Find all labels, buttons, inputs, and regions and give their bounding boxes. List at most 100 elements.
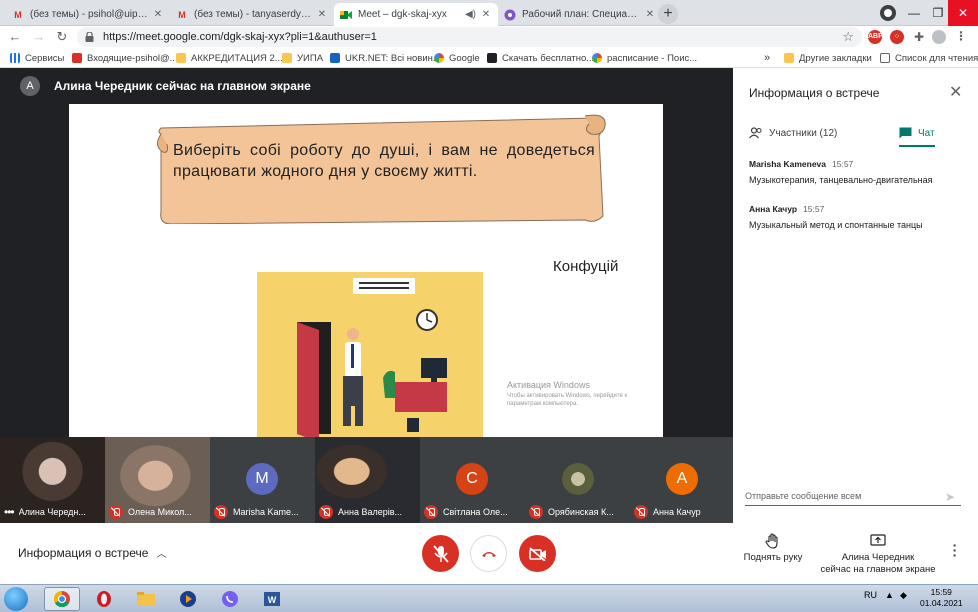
participant-tile[interactable]: А Анна Качур — [630, 437, 735, 523]
google-icon — [434, 53, 444, 63]
adblock-icon[interactable]: ABP — [868, 30, 883, 44]
participant-tile[interactable]: Орябинская К... — [525, 437, 630, 523]
active-tab-indicator — [899, 145, 935, 147]
tab-docs-plan[interactable]: Рабочий план: Специальности ✕ — [498, 3, 662, 26]
chevron-up-icon: ︿ — [156, 549, 167, 560]
address-bar[interactable]: https://meet.google.com/dgk-skaj-xyx?pli… — [77, 27, 862, 47]
participant-name: Анна Валерiв... — [338, 507, 403, 517]
tab-meet[interactable]: Meet – dgk-skaj-xyx ◀) ✕ — [334, 3, 498, 26]
bookmark-download[interactable]: Скачать бесплатно... — [487, 51, 594, 65]
more-options-icon[interactable]: ••• — [4, 505, 15, 519]
chat-input[interactable]: Отправьте сообщение всем — [745, 488, 961, 506]
participant-label: Анна Качур — [630, 505, 735, 519]
close-icon[interactable]: ✕ — [949, 82, 962, 102]
network-icon[interactable]: ◆ — [900, 590, 907, 601]
mic-off-icon — [424, 505, 438, 519]
windows-activation-watermark: Активация Windows Чтобы активировать Win… — [507, 380, 657, 408]
mic-off-icon — [109, 505, 123, 519]
close-icon[interactable]: ✕ — [316, 9, 328, 20]
other-bookmarks[interactable]: Другие закладки — [784, 51, 872, 65]
new-tab-button[interactable]: + — [658, 4, 678, 24]
bookmark-label: УИПА — [297, 52, 324, 64]
tab-participants[interactable]: Участники (12) — [749, 122, 837, 144]
participant-tile[interactable]: С Світлана Оле... — [420, 437, 525, 523]
slide-author: Конфуцій — [553, 258, 619, 275]
browser-menu-icon[interactable]: ⋮ — [954, 30, 968, 44]
bookmark-ukrnet[interactable]: UKR.NET: Всі новин... — [330, 51, 441, 65]
system-clock[interactable]: 15:59 01.04.2021 — [920, 587, 963, 609]
file-explorer-taskbar-icon[interactable] — [128, 587, 164, 611]
send-icon[interactable]: ➤ — [945, 490, 955, 504]
reload-icon[interactable]: ↻ — [53, 28, 71, 46]
watermark-title: Активация Windows — [507, 380, 590, 390]
bookmark-star-icon[interactable]: ☆ — [842, 29, 854, 45]
tab-gmail-tanya[interactable]: M (без темы) - tanyaserdyuk734@ ✕ — [170, 3, 334, 26]
bookmark-uipa[interactable]: УИПА — [282, 51, 323, 65]
folder-icon — [176, 53, 186, 63]
camera-toggle-button[interactable] — [519, 535, 556, 572]
bookmarks-overflow-icon[interactable]: » — [764, 51, 770, 65]
bookmarks-bar: Сервисы Входящие-psihol@... АККРЕДИТАЦИЯ… — [0, 48, 978, 68]
presenter-banner: A Алина Чередник сейчас на главном экран… — [0, 68, 733, 104]
bookmark-label: расписание - Поис... — [607, 52, 698, 64]
bookmark-inbox[interactable]: Входящие-psihol@... — [72, 51, 178, 65]
language-indicator[interactable]: RU — [864, 590, 877, 600]
start-button-icon[interactable] — [4, 587, 28, 611]
record-icon[interactable] — [880, 5, 896, 21]
bookmark-schedule[interactable]: расписание - Поис... — [592, 51, 697, 65]
viber-taskbar-icon[interactable] — [212, 587, 248, 611]
minimize-icon[interactable]: — — [902, 0, 926, 26]
close-icon[interactable]: ✕ — [152, 9, 164, 20]
gmail-icon: M — [14, 9, 22, 20]
tab-participants-label: Участники (12) — [769, 127, 838, 139]
close-icon[interactable]: ✕ — [480, 9, 492, 20]
participant-label: ••• Алина Чередн... — [0, 505, 105, 519]
tab-gmail-psihol[interactable]: M (без темы) - psihol@uipa.edu.ua ✕ — [6, 3, 170, 26]
participant-name: Marisha Kame... — [233, 507, 299, 517]
mic-off-icon — [432, 544, 449, 563]
chat-icon — [899, 127, 912, 139]
bookmark-services[interactable]: Сервисы — [10, 51, 64, 65]
participant-tile[interactable]: Анна Валерiв... — [315, 437, 420, 523]
window-close-icon[interactable]: ✕ — [948, 0, 978, 26]
forward-icon[interactable]: → — [30, 28, 48, 46]
participant-label: Анна Валерiв... — [315, 505, 420, 519]
bookmark-accreditation[interactable]: АККРЕДИТАЦИЯ 2... — [176, 51, 283, 65]
more-options-icon[interactable]: · · · — [950, 538, 960, 562]
presenting-button[interactable]: Алина Чередник сейчас на главном экране — [818, 533, 938, 576]
opera-taskbar-icon[interactable] — [86, 587, 122, 611]
participant-name: Анна Качур — [653, 507, 701, 517]
extensions-puzzle-icon[interactable]: ✚ — [912, 30, 926, 44]
participant-tile[interactable]: Олена Микол... — [105, 437, 210, 523]
participant-tile[interactable]: M Marisha Kame... — [210, 437, 315, 523]
profile-avatar-icon[interactable] — [932, 30, 946, 44]
chrome-taskbar-icon[interactable] — [44, 587, 80, 611]
participant-label: Олена Микол... — [105, 505, 210, 519]
word-taskbar-icon[interactable]: W — [254, 587, 290, 611]
mic-toggle-button[interactable] — [422, 535, 459, 572]
avatar: A — [20, 76, 40, 96]
people-icon — [749, 127, 762, 139]
close-icon[interactable]: ✕ — [644, 9, 656, 20]
reading-list[interactable]: Список для чтения — [880, 51, 978, 65]
hand-icon — [765, 533, 778, 549]
participant-tile[interactable]: ••• Алина Чередн... — [0, 437, 105, 523]
tab-chat[interactable]: Чат — [899, 122, 935, 144]
bookmark-google[interactable]: Google — [434, 51, 480, 65]
tray-expand-icon[interactable]: ▲ — [885, 590, 894, 600]
tab-title: (без темы) - psihol@uipa.edu.ua — [30, 9, 148, 20]
tab-title: Рабочий план: Специальности — [522, 9, 640, 20]
speaker-icon[interactable]: ◀) — [465, 9, 476, 20]
maximize-icon[interactable]: ❐ — [926, 0, 950, 26]
opera-extension-icon[interactable]: ○ — [890, 30, 904, 44]
participant-label: Світлана Оле... — [420, 505, 525, 519]
media-player-taskbar-icon[interactable] — [170, 587, 206, 611]
browser-toolbar: ← → ↻ https://meet.google.com/dgk-skaj-x… — [0, 26, 978, 48]
message-text: Музыкальный метод и спонтанные танцы — [749, 220, 923, 230]
bookmark-label: Google — [449, 52, 480, 64]
leave-call-button[interactable] — [470, 535, 507, 572]
back-icon[interactable]: ← — [6, 28, 24, 46]
raise-hand-button[interactable]: Поднять руку — [738, 533, 808, 564]
meet-bottom-bar: Информация о встрече ︿ Поднять руку Алин… — [0, 523, 978, 584]
meeting-info-button[interactable]: Информация о встрече ︿ — [18, 545, 167, 561]
